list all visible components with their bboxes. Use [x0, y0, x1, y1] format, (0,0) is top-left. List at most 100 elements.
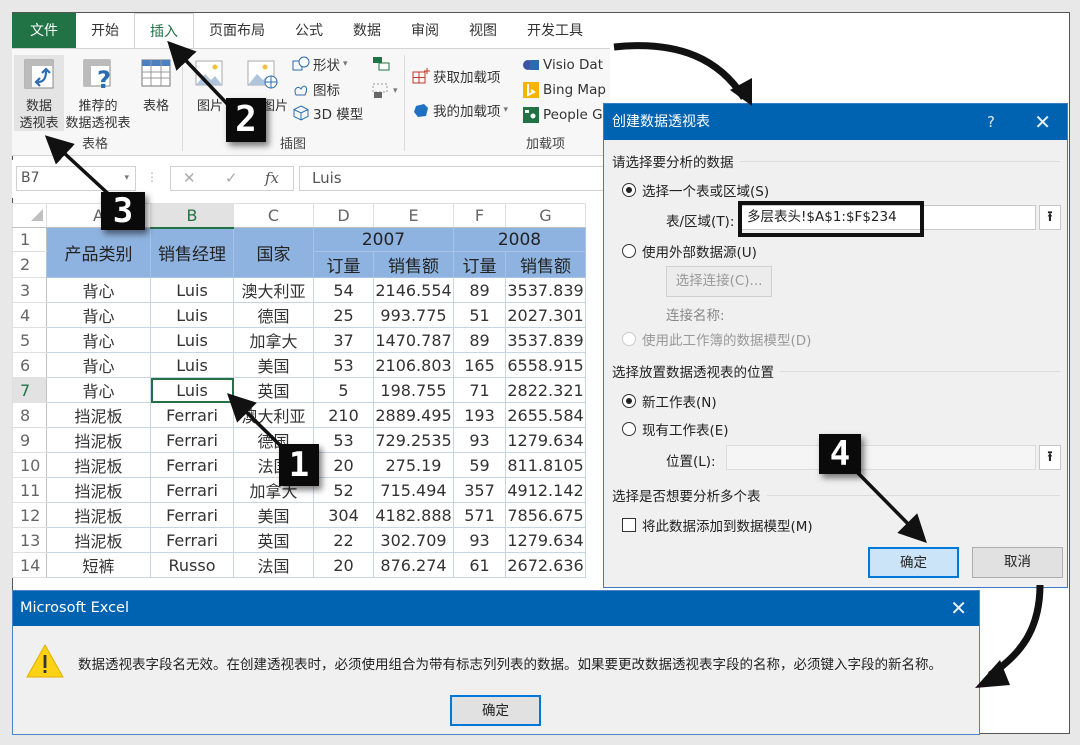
cell-country[interactable]: 澳大利亚 — [233, 277, 314, 303]
cell-sales-2008[interactable]: 2672.636 — [505, 552, 586, 578]
radio-button-disabled[interactable] — [622, 332, 636, 346]
header-orders-2008[interactable]: 订量 — [453, 251, 506, 278]
cell-orders-2007[interactable]: 53 — [313, 352, 374, 378]
collapse-dialog-button[interactable]: ⭱ — [1039, 205, 1061, 230]
cell-orders-2008[interactable]: 357 — [453, 477, 506, 503]
cell-orders-2008[interactable]: 165 — [453, 352, 506, 378]
cancel-button[interactable]: 取消 — [972, 547, 1063, 578]
tab-file[interactable]: 文件 — [12, 13, 76, 49]
cell-country[interactable]: 英国 — [233, 377, 314, 403]
people-graph-button[interactable]: People G — [522, 107, 603, 123]
row-header[interactable]: 3 — [12, 277, 47, 303]
cell-product[interactable]: 背心 — [46, 377, 151, 403]
radio-external-source[interactable]: 使用外部数据源(U) — [622, 241, 757, 261]
tab-insert[interactable]: 插入 — [134, 13, 194, 49]
radio-data-model[interactable]: 使用此工作簿的数据模型(D) — [622, 329, 811, 349]
cell-orders-2007[interactable]: 52 — [313, 477, 374, 503]
column-header-e[interactable]: E — [373, 203, 454, 228]
cell-sales-2008[interactable]: 3537.839 — [505, 327, 586, 353]
recommended-pivottables-button[interactable]: ? 推荐的 数据透视表 — [62, 58, 134, 132]
cell-product[interactable]: 挡泥板 — [46, 402, 151, 428]
cell-sales-2008[interactable]: 2822.321 — [505, 377, 586, 403]
cell-sales-2007[interactable]: 275.19 — [373, 452, 454, 478]
cell-country[interactable]: 加拿大 — [233, 327, 314, 353]
cell-country[interactable]: 法国 — [233, 552, 314, 578]
radio-select-range[interactable]: 选择一个表或区域(S) — [622, 180, 769, 200]
cell-orders-2008[interactable]: 51 — [453, 302, 506, 328]
cell-sales-2007[interactable]: 2146.554 — [373, 277, 454, 303]
row-header[interactable]: 1 — [12, 227, 47, 252]
header-manager[interactable]: 销售经理 — [150, 227, 234, 278]
cell-sales-2007[interactable]: 2889.495 — [373, 402, 454, 428]
ok-button[interactable]: 确定 — [450, 695, 541, 726]
cell-sales-2008[interactable]: 7856.675 — [505, 502, 586, 528]
radio-button[interactable] — [622, 244, 636, 258]
cell-sales-2007[interactable]: 4182.888 — [373, 502, 454, 528]
cell-sales-2008[interactable]: 1279.634 — [505, 527, 586, 553]
cell-country[interactable]: 澳大利亚 — [233, 402, 314, 428]
header-sales-2007[interactable]: 销售额 — [373, 251, 454, 278]
visio-button[interactable]: Visio Dat — [522, 57, 603, 73]
cell-product[interactable]: 背心 — [46, 327, 151, 353]
cell-orders-2008[interactable]: 61 — [453, 552, 506, 578]
name-box[interactable]: B7 ▾ — [16, 166, 136, 191]
checkbox[interactable] — [622, 518, 636, 532]
cell-manager[interactable]: Ferrari — [150, 477, 234, 503]
choose-connection-button[interactable]: 选择连接(C)... — [666, 266, 772, 297]
checkbox-add-to-data-model[interactable]: 将此数据添加到数据模型(M) — [622, 515, 813, 535]
radio-button[interactable] — [622, 422, 636, 436]
row-header[interactable]: 14 — [12, 552, 47, 578]
cell-sales-2007[interactable]: 715.494 — [373, 477, 454, 503]
cell-product[interactable]: 挡泥板 — [46, 477, 151, 503]
ok-button[interactable]: 确定 — [868, 547, 959, 578]
cell-orders-2008[interactable]: 89 — [453, 327, 506, 353]
cell-orders-2008[interactable]: 193 — [453, 402, 506, 428]
column-header-c[interactable]: C — [233, 203, 314, 228]
tab-data[interactable]: 数据 — [338, 13, 396, 49]
cell-product[interactable]: 短裤 — [46, 552, 151, 578]
radio-existing-worksheet[interactable]: 现有工作表(E) — [622, 419, 729, 439]
shapes-button[interactable]: 形状 ▾ — [292, 54, 348, 74]
cell-manager[interactable]: Russo — [150, 552, 234, 578]
header-country[interactable]: 国家 — [233, 227, 314, 278]
location-input[interactable] — [726, 445, 1036, 470]
cell-sales-2008[interactable]: 2655.584 — [505, 402, 586, 428]
cell-orders-2007[interactable]: 210 — [313, 402, 374, 428]
row-header[interactable]: 12 — [12, 502, 47, 528]
cell-country[interactable]: 美国 — [233, 502, 314, 528]
cell-manager[interactable]: Luis — [150, 277, 234, 303]
header-product[interactable]: 产品类别 — [46, 227, 151, 278]
smartart-button[interactable] — [372, 55, 390, 71]
cell-country[interactable]: 美国 — [233, 352, 314, 378]
radio-button-checked[interactable] — [622, 183, 636, 197]
tab-review[interactable]: 审阅 — [396, 13, 454, 49]
tab-developer[interactable]: 开发工具 — [512, 13, 598, 49]
cell-sales-2007[interactable]: 876.274 — [373, 552, 454, 578]
cell-sales-2007[interactable]: 1470.787 — [373, 327, 454, 353]
column-header-f[interactable]: F — [453, 203, 506, 228]
cell-orders-2007[interactable]: 53 — [313, 427, 374, 453]
cell-orders-2008[interactable]: 93 — [453, 527, 506, 553]
cell-product[interactable]: 挡泥板 — [46, 527, 151, 553]
row-header[interactable]: 2 — [12, 251, 47, 278]
tab-page-layout[interactable]: 页面布局 — [194, 13, 280, 49]
row-header[interactable]: 9 — [12, 427, 47, 453]
cell-sales-2008[interactable]: 811.8105 — [505, 452, 586, 478]
row-header[interactable]: 5 — [12, 327, 47, 353]
cell-orders-2007[interactable]: 54 — [313, 277, 374, 303]
icons-button[interactable]: 图标 — [292, 79, 340, 99]
cell-orders-2008[interactable]: 93 — [453, 427, 506, 453]
cell-sales-2008[interactable]: 6558.915 — [505, 352, 586, 378]
row-header[interactable]: 6 — [12, 352, 47, 378]
help-icon[interactable]: ? — [987, 104, 995, 140]
cell-sales-2008[interactable]: 4912.142 — [505, 477, 586, 503]
get-addins-button[interactable]: 获取加载项 — [412, 66, 501, 86]
header-sales-2008[interactable]: 销售额 — [505, 251, 586, 278]
cell-product[interactable]: 挡泥板 — [46, 452, 151, 478]
cell-orders-2007[interactable]: 37 — [313, 327, 374, 353]
cell-sales-2008[interactable]: 3537.839 — [505, 277, 586, 303]
cell-product[interactable]: 挡泥板 — [46, 427, 151, 453]
cell-orders-2007[interactable]: 22 — [313, 527, 374, 553]
cell-orders-2008[interactable]: 89 — [453, 277, 506, 303]
column-header-d[interactable]: D — [313, 203, 374, 228]
